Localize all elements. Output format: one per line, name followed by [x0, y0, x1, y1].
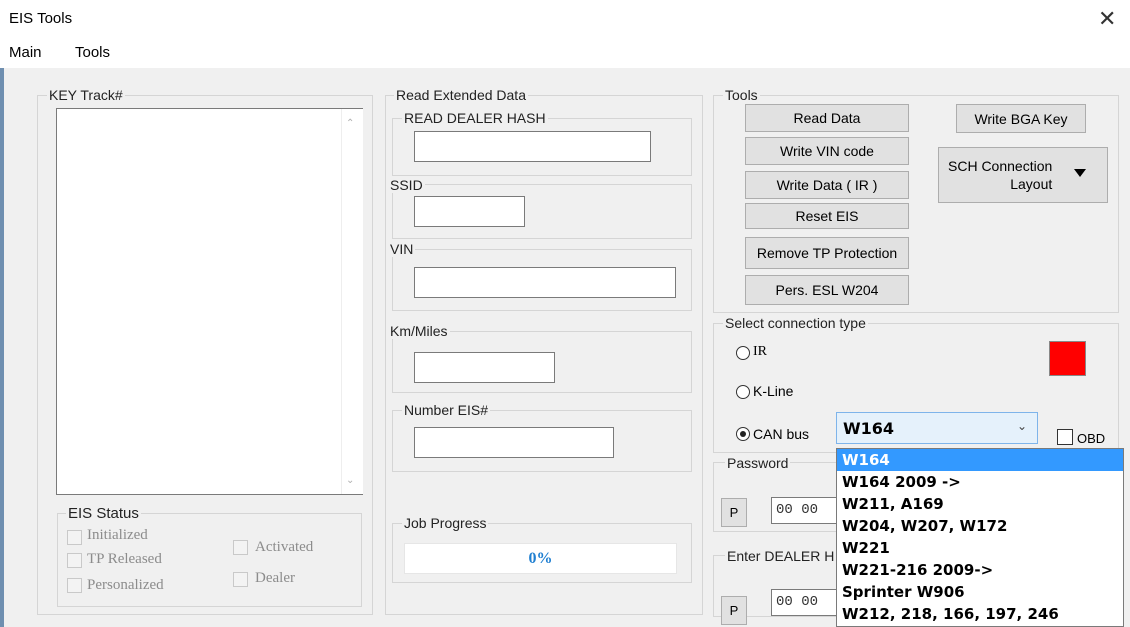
- dropdown-option[interactable]: Sprinter W906: [837, 581, 1123, 603]
- key-track-label: KEY Track#: [47, 87, 125, 103]
- key-track-list[interactable]: [56, 108, 363, 495]
- dropdown-option[interactable]: W164 2009 ->: [837, 471, 1123, 493]
- model-select[interactable]: W164 ⌄: [836, 412, 1038, 444]
- model-dropdown-list: W164 W164 2009 -> W211, A169 W204, W207,…: [836, 448, 1124, 627]
- dealer-hash-field[interactable]: [414, 131, 651, 162]
- sch-line2: Layout: [1010, 176, 1053, 192]
- number-eis-label: Number EIS#: [402, 402, 491, 418]
- read-data-button[interactable]: Read Data: [745, 104, 909, 132]
- initialized-label: Initialized: [87, 527, 148, 543]
- job-progress-bar: 0%: [404, 543, 677, 574]
- remove-tp-button[interactable]: Remove TP Protection: [745, 237, 909, 269]
- dropdown-option[interactable]: W212, 218, 166, 197, 246: [837, 603, 1123, 625]
- eis-status-label: EIS Status: [66, 505, 141, 522]
- vin-field[interactable]: [414, 267, 676, 298]
- window-edge: [0, 68, 4, 627]
- ssid-field[interactable]: [414, 196, 525, 227]
- reset-eis-button[interactable]: Reset EIS: [745, 203, 909, 229]
- window-title: EIS Tools: [9, 10, 73, 27]
- dealer-field[interactable]: 00 00: [771, 589, 837, 616]
- pers-esl-button[interactable]: Pers. ESL W204: [745, 275, 909, 305]
- tp-released-label: TP Released: [87, 551, 162, 567]
- dealer-hash-label: READ DEALER HASH: [402, 110, 548, 126]
- title-bar: [0, 0, 1130, 38]
- dropdown-option[interactable]: W221: [837, 537, 1123, 559]
- read-extended-label: Read Extended Data: [394, 87, 528, 103]
- radio-kline[interactable]: [736, 385, 750, 399]
- chevron-down-icon: ⌄: [1017, 419, 1028, 433]
- radio-ir-label: IR: [753, 344, 767, 359]
- radio-canbus-label: CAN bus: [753, 426, 810, 442]
- connection-label: Select connection type: [723, 315, 868, 331]
- password-p-button[interactable]: P: [721, 498, 747, 527]
- ssid-label: SSID: [388, 177, 425, 193]
- km-field[interactable]: [414, 352, 555, 383]
- initialized-checkbox[interactable]: [67, 530, 82, 545]
- job-progress-text: 0%: [528, 549, 553, 567]
- radio-kline-label: K-Line: [753, 383, 794, 399]
- write-data-ir-button[interactable]: Write Data ( IR ): [745, 171, 909, 199]
- dealer-checkbox[interactable]: [233, 572, 248, 587]
- job-progress-label: Job Progress: [402, 515, 489, 531]
- status-indicator: [1049, 341, 1086, 376]
- dropdown-option[interactable]: W221-216 2009->: [837, 559, 1123, 581]
- sch-connection-button[interactable]: SCH Connection Layout: [938, 147, 1108, 203]
- menu-bar: [0, 38, 1130, 68]
- activated-label: Activated: [255, 539, 314, 555]
- obd-checkbox[interactable]: [1057, 429, 1073, 445]
- dealer-p-button[interactable]: P: [721, 596, 747, 625]
- km-label: Km/Miles: [388, 323, 450, 339]
- write-vin-button[interactable]: Write VIN code: [745, 137, 909, 165]
- password-label: Password: [725, 455, 791, 471]
- tp-released-checkbox[interactable]: [67, 553, 82, 568]
- vin-label: VIN: [388, 241, 416, 257]
- tools-label: Tools: [723, 87, 760, 103]
- scroll-down-icon[interactable]: ⌄: [346, 475, 354, 486]
- key-track-scrollbar[interactable]: [341, 109, 363, 494]
- personalized-checkbox[interactable]: [67, 578, 82, 593]
- dropdown-option[interactable]: W164: [837, 449, 1123, 471]
- dropdown-arrow-icon: [1074, 169, 1086, 177]
- dealer-status-label: Dealer: [255, 570, 295, 586]
- obd-label: OBD: [1077, 431, 1106, 446]
- scroll-up-icon[interactable]: ⌃: [346, 118, 354, 129]
- dropdown-option[interactable]: W211, A169: [837, 493, 1123, 515]
- model-select-value: W164: [843, 419, 895, 438]
- activated-checkbox[interactable]: [233, 540, 248, 555]
- menu-tools[interactable]: Tools: [75, 44, 110, 61]
- close-icon[interactable]: ✕: [1098, 6, 1116, 32]
- radio-canbus[interactable]: [736, 427, 750, 441]
- dealer-hash-entry-label: Enter DEALER H: [725, 548, 837, 564]
- dropdown-option[interactable]: W204, W207, W172: [837, 515, 1123, 537]
- write-bga-button[interactable]: Write BGA Key: [956, 104, 1086, 133]
- radio-ir[interactable]: [736, 346, 750, 360]
- sch-line1: SCH Connection: [948, 158, 1053, 174]
- personalized-label: Personalized: [87, 577, 164, 593]
- menu-main[interactable]: Main: [9, 44, 42, 61]
- number-eis-field[interactable]: [414, 427, 614, 458]
- password-field[interactable]: 00 00: [771, 497, 837, 524]
